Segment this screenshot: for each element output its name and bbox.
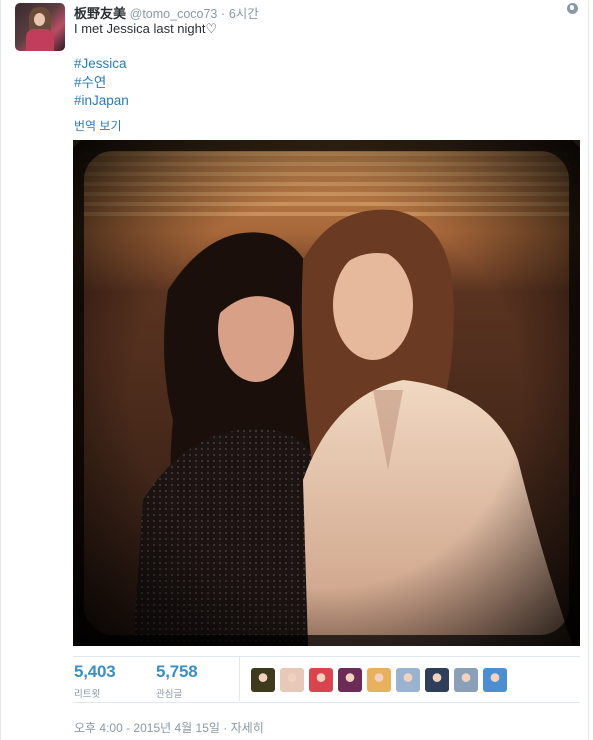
avatar-face-shape [34,13,45,26]
favoriter-avatar[interactable] [338,668,362,692]
details-link[interactable]: 자세히 [231,721,264,735]
stats-divider-bottom [73,702,580,703]
tweet-time[interactable]: 6시간 [229,7,259,21]
favoriter-avatar[interactable] [280,668,304,692]
stats-divider-top [73,656,580,657]
globe-icon [567,3,578,14]
user-handle[interactable]: @tomo_coco73 [130,7,218,21]
photo-vignette [73,140,580,646]
favorite-count: 5,758 [156,662,198,681]
favoriter-avatar[interactable] [367,668,391,692]
footer-separator: · [223,721,228,735]
favoriter-avatar[interactable] [396,668,420,692]
hashtag-link[interactable]: #inJapan [74,92,129,111]
retweet-count: 5,403 [74,662,116,681]
tweet-photo[interactable] [73,140,580,646]
header-separator: · [221,7,226,21]
favorite-stat[interactable]: 5,758 관심글 [156,662,198,700]
avatar-coat-shape [26,29,54,51]
favoriter-avatar[interactable] [251,668,275,692]
tweet-footer: 오후 4:00 - 2015년 4월 15일 · 자세히 [74,719,264,736]
user-fullname[interactable]: 板野友美 [74,6,126,21]
retweet-label: 리트윗 [74,689,101,700]
tweet-header: 板野友美 @tomo_coco73 · 6시간 [74,3,259,21]
favoriter-avatar[interactable] [425,668,449,692]
photo-illustration [73,140,580,646]
translate-link[interactable]: 번역 보기 [74,117,122,134]
favoriter-avatar[interactable] [454,668,478,692]
favoriter-avatar[interactable] [483,668,507,692]
hashtag-link[interactable]: #수연 [74,74,129,93]
favorite-label: 관심글 [156,689,183,700]
hashtag-list: #Jessica #수연 #inJapan [74,55,129,111]
tweet-timestamp[interactable]: 오후 4:00 - 2015년 4월 15일 [74,721,220,735]
favoriter-avatar[interactable] [309,668,333,692]
tweet-card: 板野友美 @tomo_coco73 · 6시간 I met Jessica la… [0,0,589,740]
hashtag-link[interactable]: #Jessica [74,55,129,74]
retweet-stat[interactable]: 5,403 리트윗 [74,662,116,700]
stats-vertical-divider [239,657,240,701]
user-avatar[interactable] [15,3,65,51]
tweet-text: I met Jessica last night♡ [74,21,218,36]
